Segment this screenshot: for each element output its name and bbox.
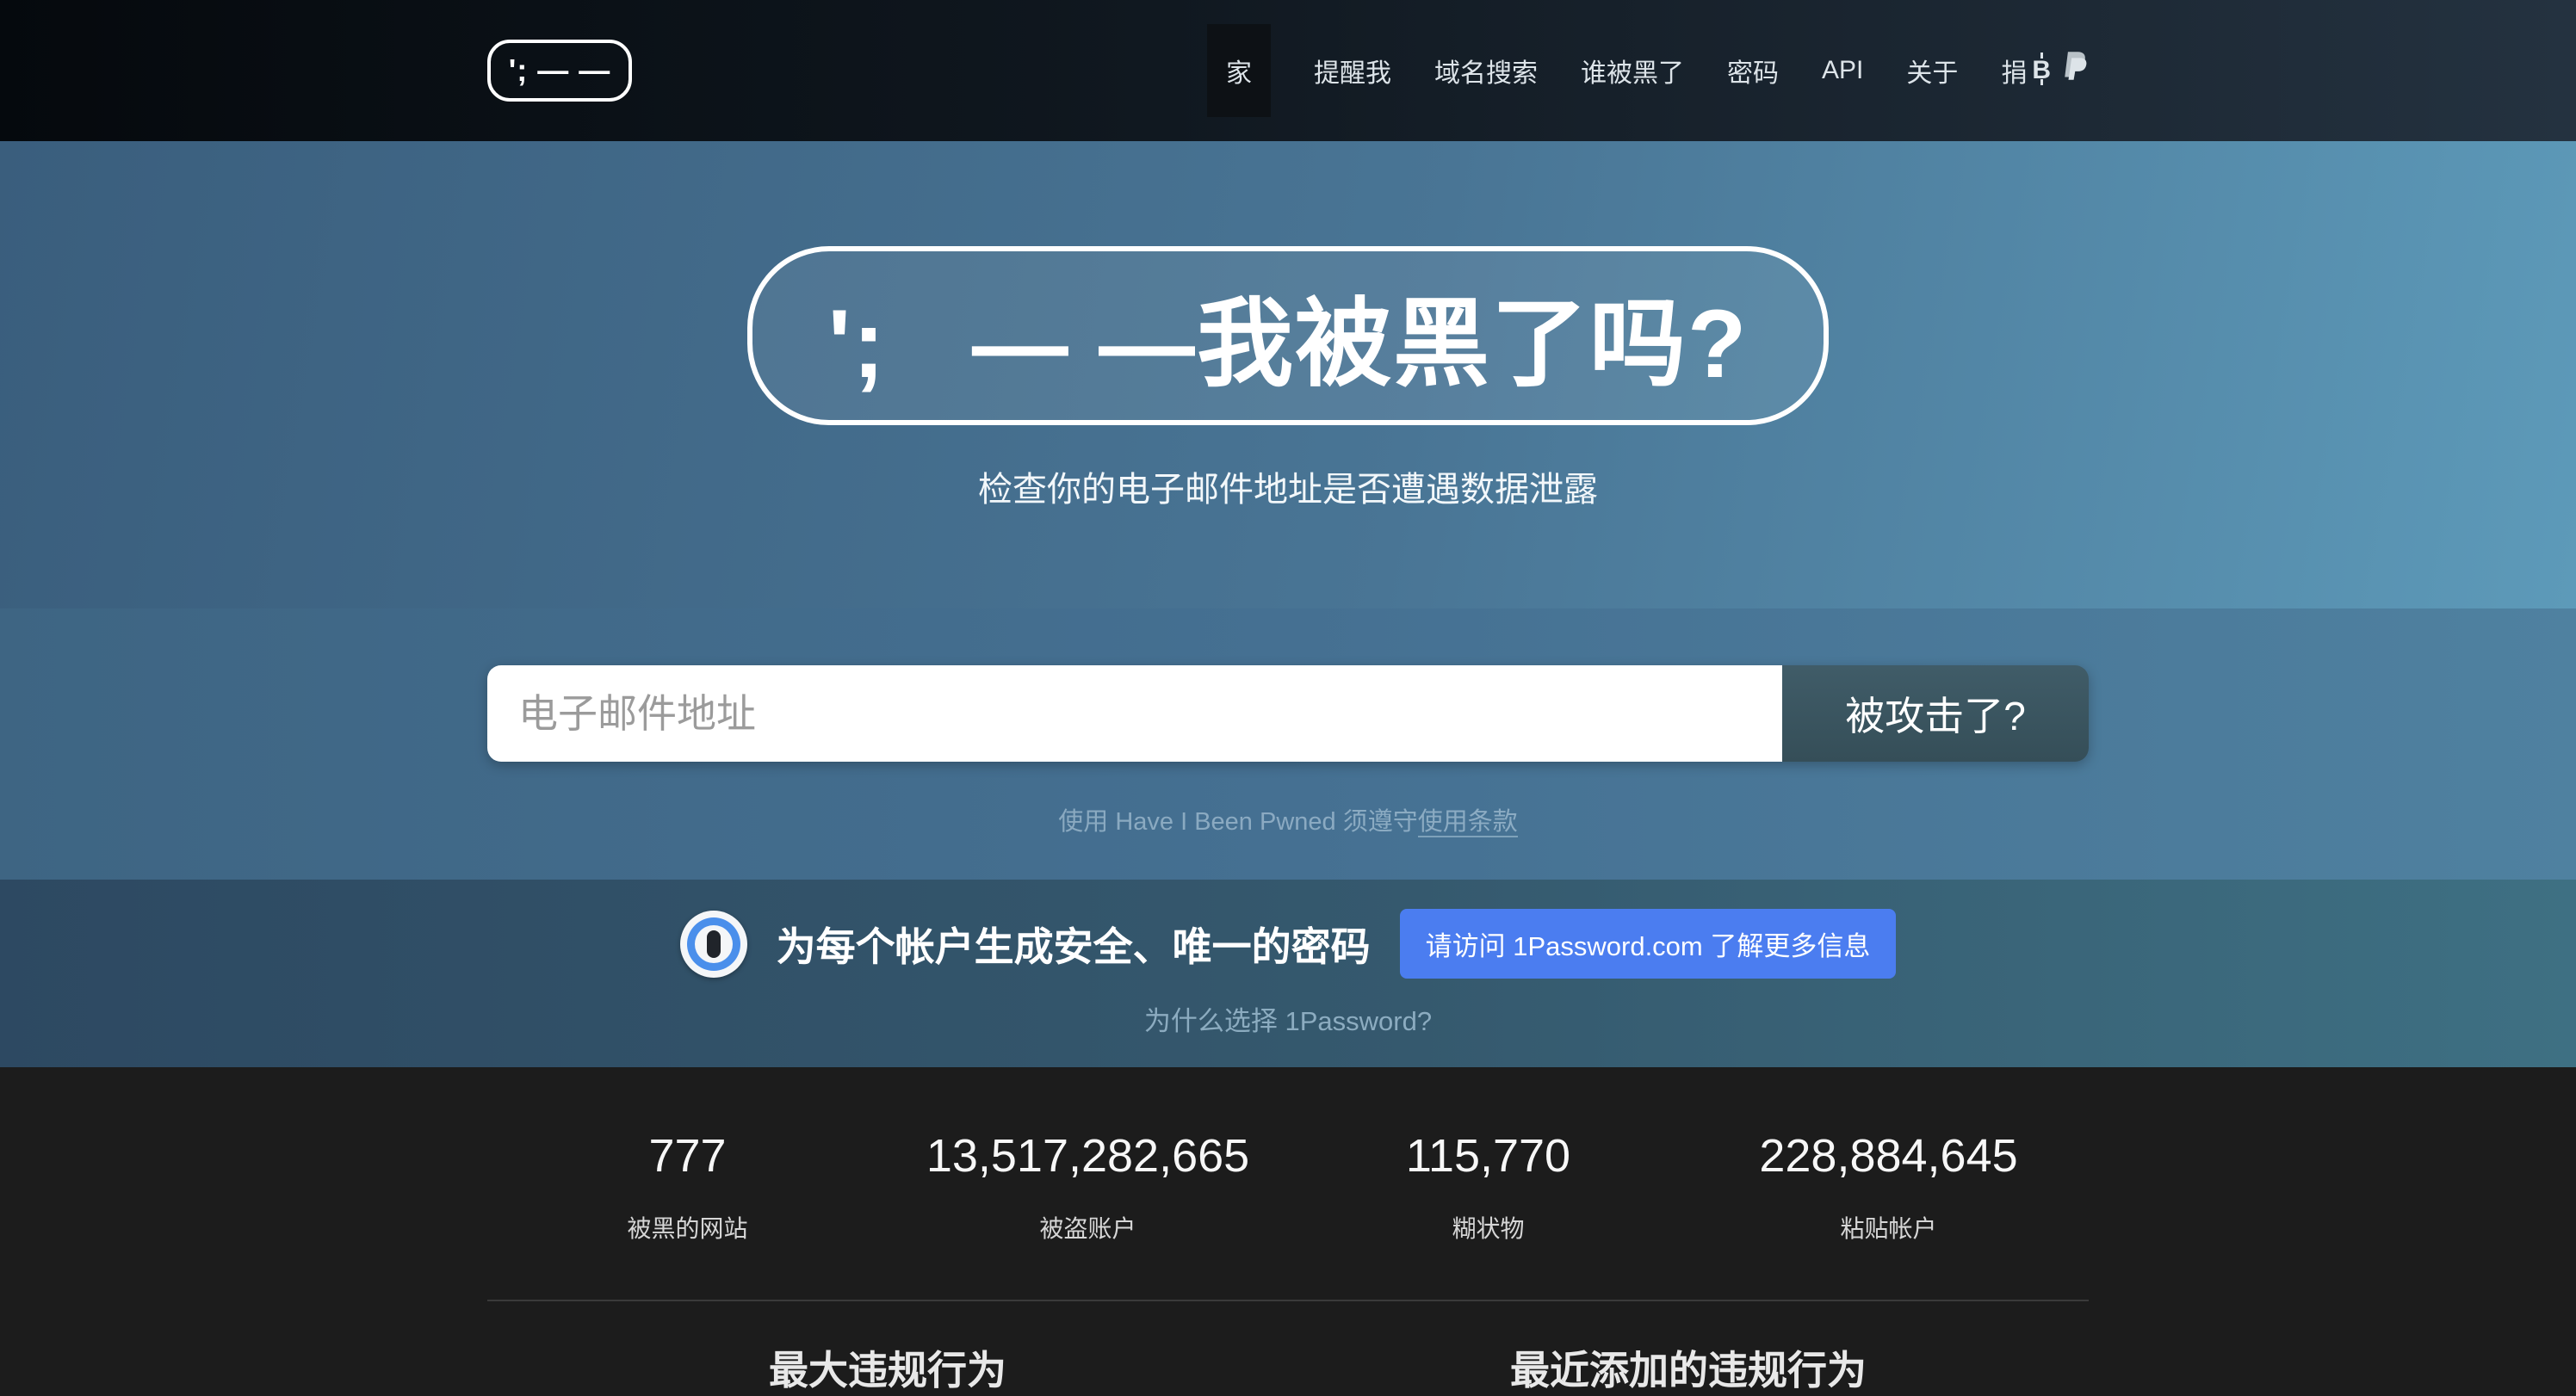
search-section: 被攻击了? 使用 Have I Been Pwned 须遵守使用条款 bbox=[0, 608, 2576, 880]
stat-label: 粘贴帐户 bbox=[1688, 1210, 2089, 1245]
nav-item-who-got-pwned[interactable]: 谁被黑了 bbox=[1581, 24, 1684, 117]
nav-item-passwords[interactable]: 密码 bbox=[1727, 24, 1779, 117]
onepassword-icon bbox=[680, 911, 747, 978]
page-title: '; — —我被黑了吗? bbox=[828, 266, 1749, 405]
nav-item-notify-me[interactable]: 提醒我 bbox=[1314, 24, 1391, 117]
stat-label: 被黑的网站 bbox=[487, 1210, 888, 1245]
stat-pwned-websites: 777 被黑的网站 bbox=[487, 1129, 888, 1245]
onepassword-message: 为每个帐户生成安全、唯一的密码 bbox=[777, 916, 1371, 973]
stat-pastes: 115,770 糊状物 bbox=[1288, 1129, 1688, 1245]
recent-breaches-heading: 最近添加的违规行为 bbox=[1288, 1339, 2089, 1396]
stats-row: 777 被黑的网站 13,517,282,665 被盗账户 115,770 糊状… bbox=[487, 1129, 2089, 1245]
hero-section: '; — —我被黑了吗? 检查你的电子邮件地址是否遭遇数据泄露 bbox=[0, 141, 2576, 608]
nav-item-api[interactable]: API bbox=[1822, 28, 1863, 113]
hibp-logo-text: '; — — bbox=[509, 53, 611, 89]
search-box: 被攻击了? bbox=[487, 665, 2089, 762]
stat-value: 115,770 bbox=[1288, 1129, 1688, 1183]
keyhole-icon bbox=[707, 930, 721, 958]
pwned-search-button[interactable]: 被攻击了? bbox=[1782, 665, 2089, 762]
largest-breaches-heading: 最大违规行为 bbox=[487, 1339, 1288, 1396]
terms-of-use-link[interactable]: 使用条款 bbox=[1418, 808, 1518, 837]
terms-prefix-text: 使用 Have I Been Pwned 须遵守 bbox=[1058, 808, 1417, 836]
stat-label: 被盗账户 bbox=[888, 1210, 1288, 1245]
onepassword-cta-button[interactable]: 请访问 1Password.com 了解更多信息 bbox=[1400, 909, 1897, 979]
stat-label: 糊状物 bbox=[1288, 1210, 1688, 1245]
stat-paste-accounts: 228,884,645 粘贴帐户 bbox=[1688, 1129, 2089, 1245]
hibp-logo[interactable]: '; — — bbox=[487, 40, 632, 102]
section-divider bbox=[487, 1300, 2089, 1301]
why-onepassword-link[interactable]: 为什么选择 1Password? bbox=[1144, 1006, 1432, 1036]
onepassword-banner: 为每个帐户生成安全、唯一的密码 请访问 1Password.com 了解更多信息… bbox=[0, 880, 2576, 1067]
nav-item-domain-search[interactable]: 域名搜索 bbox=[1434, 24, 1538, 117]
hero-subtitle: 检查你的电子邮件地址是否遭遇数据泄露 bbox=[0, 461, 2576, 511]
stats-section: 777 被黑的网站 13,517,282,665 被盗账户 115,770 糊状… bbox=[0, 1067, 2576, 1396]
stat-value: 777 bbox=[487, 1129, 888, 1183]
bitcoin-icon: B bbox=[2032, 56, 2051, 85]
nav-item-donate-label: 捐 bbox=[2001, 52, 2027, 90]
hero-title-box: '; — —我被黑了吗? bbox=[747, 246, 1830, 425]
nav-item-home[interactable]: 家 bbox=[1207, 24, 1271, 117]
stat-value: 228,884,645 bbox=[1688, 1129, 2089, 1183]
main-nav: 家 提醒我 域名搜索 谁被黑了 密码 API 关于 捐 B bbox=[1207, 22, 2089, 119]
email-search-input[interactable] bbox=[487, 665, 1782, 762]
stat-pwned-accounts: 13,517,282,665 被盗账户 bbox=[888, 1129, 1288, 1245]
stat-value: 13,517,282,665 bbox=[888, 1129, 1288, 1183]
top-navigation-bar: '; — — 家 提醒我 域名搜索 谁被黑了 密码 API 关于 捐 B bbox=[0, 0, 2576, 141]
nav-item-donate[interactable]: 捐 B bbox=[2001, 22, 2089, 119]
nav-item-about[interactable]: 关于 bbox=[1906, 24, 1958, 117]
terms-of-use-line: 使用 Have I Been Pwned 须遵守使用条款 bbox=[0, 801, 2576, 837]
paypal-icon bbox=[2059, 50, 2089, 91]
